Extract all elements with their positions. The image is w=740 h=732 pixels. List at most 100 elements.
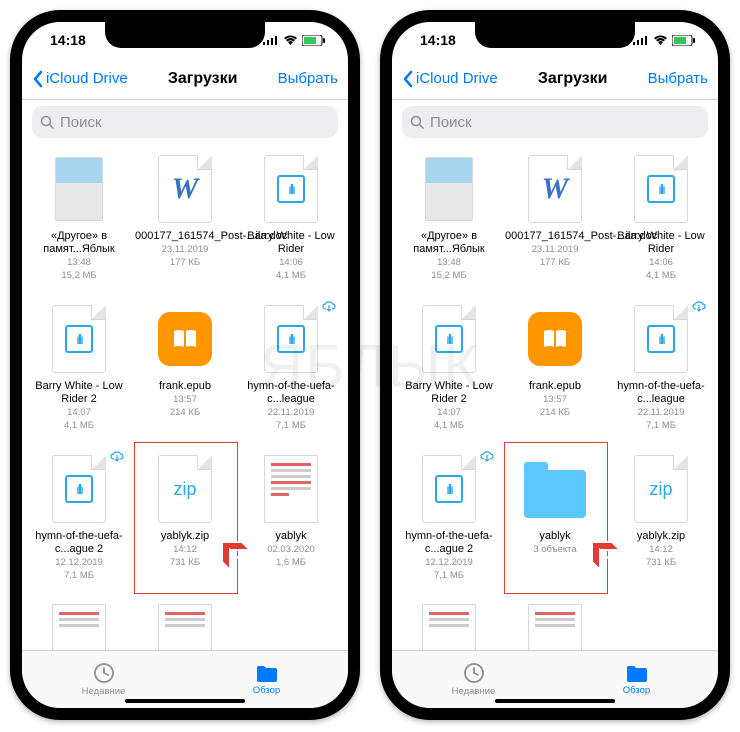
image-thumb-icon — [55, 157, 103, 221]
pdf-thumb-icon — [422, 604, 476, 650]
tab-label: Обзор — [253, 685, 280, 696]
wifi-icon — [653, 35, 668, 46]
signal-icon — [263, 35, 279, 45]
pdf-thumb-icon — [52, 604, 106, 650]
file-item[interactable] — [132, 600, 238, 650]
zip-icon: zip — [649, 479, 672, 500]
file-name: hymn-of-the-uefa-c...ague 2 — [29, 530, 129, 556]
file-name: frank.epub — [159, 380, 211, 393]
back-label: iCloud Drive — [46, 70, 128, 87]
page-title: Загрузки — [538, 70, 608, 88]
audio-icon: ıllı — [435, 325, 463, 353]
nav-bar: iCloud Drive Загрузки Выбрать — [392, 58, 718, 100]
file-item[interactable]: ıllı Barry White - Low Rider 2 14:074,1 … — [396, 300, 502, 450]
signal-icon — [633, 35, 649, 45]
file-item[interactable]: ıllı Barry White - Low Rider 2 14:074,1 … — [26, 300, 132, 450]
file-item[interactable]: ıllı hymn-of-the-uefa-c...ague 2 12.12.2… — [396, 450, 502, 600]
select-button[interactable]: Выбрать — [648, 70, 708, 87]
chevron-left-icon — [402, 70, 414, 88]
folder-icon — [255, 663, 279, 683]
audio-icon: ıllı — [277, 325, 305, 353]
pdf-thumb-icon — [528, 604, 582, 650]
home-indicator[interactable] — [495, 699, 615, 703]
file-name: frank.epub — [529, 380, 581, 393]
pdf-thumb-icon — [264, 455, 318, 523]
search-field[interactable]: Поиск — [32, 106, 338, 138]
file-name: «Другое» в памят...Яблык — [29, 230, 129, 256]
file-name: yablyk.zip — [161, 530, 209, 543]
battery-icon — [302, 35, 326, 46]
search-placeholder: Поиск — [60, 114, 102, 131]
file-item[interactable]: zip yablyk.zip 14:12731 КБ — [132, 450, 238, 600]
file-item[interactable]: frank.epub 13:57214 КБ — [502, 300, 608, 450]
file-item[interactable]: «Другое» в памят...Яблык 13:4815,2 МБ — [26, 150, 132, 300]
file-name: Barry White - Low Rider — [241, 230, 341, 256]
file-name: yablyk — [539, 530, 570, 543]
search-placeholder: Поиск — [430, 114, 472, 131]
tab-label: Недавние — [82, 686, 126, 697]
file-item[interactable]: ıllı hymn-of-the-uefa-c...league 22.11.2… — [608, 300, 714, 450]
audio-icon: ıllı — [435, 475, 463, 503]
wifi-icon — [283, 35, 298, 46]
notch — [475, 22, 635, 48]
home-indicator[interactable] — [125, 699, 245, 703]
status-time: 14:18 — [420, 32, 456, 48]
file-item[interactable]: ıllı hymn-of-the-uefa-c...ague 2 12.12.2… — [26, 450, 132, 600]
file-name: hymn-of-the-uefa-c...league — [241, 380, 341, 406]
clock-icon — [93, 662, 115, 684]
file-grid: «Другое» в памят...Яблык 13:4815,2 МБ W … — [392, 144, 718, 650]
file-name: yablyk — [275, 530, 306, 543]
file-item[interactable] — [396, 600, 502, 650]
phone-right: 14:18 iCloud Drive Загрузки Выбрать Поис… — [380, 10, 730, 720]
word-doc-icon: W — [542, 172, 569, 206]
file-item[interactable] — [26, 600, 132, 650]
file-item[interactable] — [502, 600, 608, 650]
file-item[interactable]: W 000177_161574_Post-...ila.doc 23.11.20… — [502, 150, 608, 300]
back-label: iCloud Drive — [416, 70, 498, 87]
search-field[interactable]: Поиск — [402, 106, 708, 138]
file-name: hymn-of-the-uefa-c...league — [611, 380, 711, 406]
file-item[interactable]: zip yablyk.zip 14:12731 КБ — [608, 450, 714, 600]
file-item[interactable]: W 000177_161574_Post-...ila.doc 23.11.20… — [132, 150, 238, 300]
clock-icon — [463, 662, 485, 684]
nav-bar: iCloud Drive Загрузки Выбрать — [22, 58, 348, 100]
file-item[interactable]: yablyk 02.03.20201,6 МБ — [238, 450, 344, 600]
file-item[interactable]: ıllı Barry White - Low Rider 14:064,1 МБ — [238, 150, 344, 300]
back-button[interactable]: iCloud Drive — [402, 70, 498, 88]
phone-left: 14:18 iCloud Drive Загрузки Выбрать Поис… — [10, 10, 360, 720]
back-button[interactable]: iCloud Drive — [32, 70, 128, 88]
file-name: «Другое» в памят...Яблык — [399, 230, 499, 256]
search-icon — [40, 115, 54, 129]
file-name: 000177_161574_Post-...ila.doc — [505, 230, 605, 243]
chevron-left-icon — [32, 70, 44, 88]
folder-icon — [625, 663, 649, 683]
search-icon — [410, 115, 424, 129]
status-time: 14:18 — [50, 32, 86, 48]
file-item[interactable]: ıllı Barry White - Low Rider 14:064,1 МБ — [608, 150, 714, 300]
audio-icon: ıllı — [647, 175, 675, 203]
audio-icon: ıllı — [277, 175, 305, 203]
audio-icon: ıllı — [65, 325, 93, 353]
file-name: hymn-of-the-uefa-c...ague 2 — [399, 530, 499, 556]
tab-label: Обзор — [623, 685, 650, 696]
select-button[interactable]: Выбрать — [278, 70, 338, 87]
file-item[interactable]: ıllı hymn-of-the-uefa-c...league 22.11.2… — [238, 300, 344, 450]
file-name: Barry White - Low Rider — [611, 230, 711, 256]
battery-icon — [672, 35, 696, 46]
page-title: Загрузки — [168, 70, 238, 88]
file-grid: «Другое» в памят...Яблык 13:4815,2 МБ W … — [22, 144, 348, 650]
pdf-thumb-icon — [158, 604, 212, 650]
epub-icon — [158, 312, 212, 366]
notch — [105, 22, 265, 48]
file-name: 000177_161574_Post-...ila.doc — [135, 230, 235, 243]
file-item[interactable]: «Другое» в памят...Яблык 13:4815,2 МБ — [396, 150, 502, 300]
audio-icon: ıllı — [647, 325, 675, 353]
folder-icon — [524, 470, 586, 518]
file-name: Barry White - Low Rider 2 — [399, 380, 499, 406]
file-item[interactable]: frank.epub 13:57214 КБ — [132, 300, 238, 450]
file-name: Barry White - Low Rider 2 — [29, 380, 129, 406]
word-doc-icon: W — [172, 172, 199, 206]
image-thumb-icon — [425, 157, 473, 221]
folder-item[interactable]: yablyk 3 объекта — [502, 450, 608, 600]
audio-icon: ıllı — [65, 475, 93, 503]
